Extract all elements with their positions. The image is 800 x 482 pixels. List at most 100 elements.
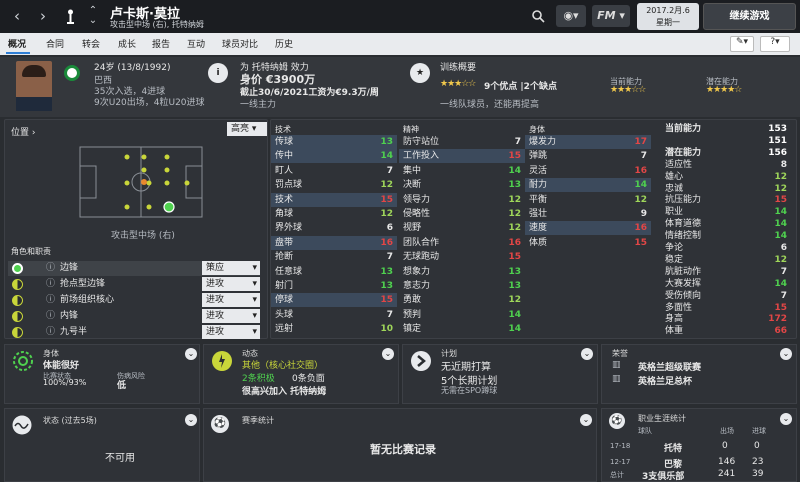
attribute-row[interactable]: 勇敢 12 [399, 293, 525, 307]
attribute-row[interactable]: 技术 15 [271, 192, 397, 207]
attribute-row[interactable]: 防守站位 7 [399, 135, 525, 149]
attribute-row[interactable]: 视野 12 [399, 221, 525, 235]
info-icon[interactable]: ⓘ [46, 261, 55, 276]
role-row[interactable]: ⓘ 九号半 进攻 ▾ [8, 325, 260, 340]
attribute-row[interactable]: 任意球 13 [271, 265, 397, 279]
plans-card[interactable]: 计划 无近期打算 5个长期计划 无需在SPO蹲球 ⌄ [402, 344, 598, 404]
attribute-row[interactable]: 灵活 16 [525, 164, 651, 178]
attribute-row[interactable]: 弹跳 7 [525, 149, 651, 163]
career-goals: 23 [752, 457, 764, 467]
attribute-row[interactable]: 决断 13 [399, 178, 525, 192]
info-icon[interactable]: i [208, 63, 228, 83]
info-icon[interactable]: ⓘ [46, 293, 55, 308]
role-row[interactable]: ⓘ 内锋 进攻 ▾ [8, 309, 260, 324]
position-title[interactable]: 位置 › [11, 125, 35, 138]
attribute-name: 头球 [275, 309, 294, 320]
highlight-dropdown[interactable]: 高亮 ▾ [227, 122, 267, 136]
career-stats-card[interactable]: ⚽ 职业生涯统计 球队 出场 进球 17-18 托特 0 0 12-17 巴黎 … [601, 408, 797, 482]
fm-menu-icon[interactable]: FM ▾ [592, 5, 630, 27]
info-icon[interactable]: ⓘ [46, 309, 55, 324]
tab-history[interactable]: 历史 [275, 37, 293, 50]
mood-value: 其他（核心社交圈） [242, 361, 324, 371]
attribute-value: 10 [380, 324, 393, 335]
attribute-row[interactable]: 平衡 12 [525, 193, 651, 207]
duty-dropdown[interactable]: 进攻 ▾ [202, 293, 260, 307]
attribute-row[interactable]: 抢断 7 [271, 250, 397, 264]
role-row[interactable]: ⓘ 抢点型边锋 进攻 ▾ [8, 277, 260, 292]
tab-development[interactable]: 成长 [118, 37, 136, 50]
attribute-row[interactable]: 远射 10 [271, 322, 397, 336]
date-text: 2017.2月.6 [646, 6, 690, 15]
attribute-row[interactable]: 头球 7 [271, 308, 397, 322]
back-icon[interactable]: ‹ [8, 6, 26, 26]
date-display[interactable]: 2017.2月.6 星期一 [637, 3, 699, 30]
tab-overview[interactable]: 概况 [8, 37, 26, 50]
tab-reports[interactable]: 报告 [152, 37, 170, 50]
search-icon[interactable] [527, 5, 549, 27]
attribute-row[interactable]: 体重 66 [661, 324, 791, 338]
attribute-row[interactable]: 无球跑动 15 [399, 250, 525, 264]
active-tab-indicator [6, 52, 30, 54]
attribute-row[interactable]: 界外球 6 [271, 221, 397, 235]
info-icon[interactable]: ⓘ [46, 325, 55, 340]
attribute-row[interactable]: 团队合作 16 [399, 236, 525, 250]
attribute-row[interactable]: 耐力 14 [525, 178, 651, 193]
attribute-row[interactable]: 停球 15 [271, 293, 397, 308]
career-team[interactable]: 托特 [664, 441, 682, 454]
tab-comparison[interactable]: 球员对比 [222, 37, 258, 50]
edit-menu-icon[interactable]: ✎▾ [730, 36, 754, 52]
attribute-name: 射门 [275, 281, 294, 291]
attribute-row[interactable]: 角球 12 [271, 207, 397, 221]
chevron-up-down-icon[interactable]: ⌃ ⌄ [84, 6, 102, 26]
attribute-row[interactable]: 射门 13 [271, 279, 397, 293]
body-card[interactable]: 身体 体能很好 比赛状态 100%/93% 伤病风险 低 ⌄ [4, 344, 200, 404]
attribute-row[interactable]: 盘带 16 [271, 235, 397, 250]
help-menu-icon[interactable]: ?▾ [760, 36, 790, 52]
duty-dropdown[interactable]: 进攻 ▾ [202, 309, 260, 323]
continue-button[interactable]: 继续游戏 [703, 3, 796, 30]
form-card[interactable]: 状态 (过去5场) 不可用 ⌄ [4, 408, 200, 482]
chevron-down-icon[interactable]: ⌄ [580, 414, 592, 426]
chevron-down-icon[interactable]: ⌄ [780, 413, 792, 425]
honours-card[interactable]: 荣誉 ▥ 英格兰超级联赛 ▥ 英格兰足总杯 ⌄ [601, 344, 797, 404]
attribute-name: 想象力 [403, 266, 431, 277]
attribute-row[interactable]: 镇定 14 [399, 322, 525, 336]
role-row[interactable]: ⓘ 前场组织核心 进攻 ▾ [8, 293, 260, 308]
tab-transfer[interactable]: 转会 [82, 37, 100, 50]
duty-dropdown[interactable]: 进攻 ▾ [202, 277, 260, 291]
attribute-row[interactable]: 体质 15 [525, 236, 651, 250]
duty-dropdown[interactable]: 进攻 ▾ [202, 325, 260, 339]
attribute-row[interactable]: 工作投入 15 [399, 149, 525, 164]
mood-card[interactable]: 动态 其他（核心社交圈） 2条积极 0条负面 很高兴加入 托特纳姆 ⌄ [203, 344, 399, 404]
attribute-row[interactable]: 领导力 12 [399, 193, 525, 207]
attribute-row[interactable]: 强壮 9 [525, 207, 651, 221]
chevron-down-icon[interactable]: ⌄ [780, 348, 792, 360]
attribute-row[interactable]: 盯人 7 [271, 164, 397, 178]
season-stats-card[interactable]: ⚽ 赛季统计 暂无比赛记录 ⌄ [203, 408, 597, 482]
attribute-row[interactable]: 传中 14 [271, 149, 397, 164]
star-icon[interactable]: ★ [410, 63, 430, 83]
attribute-row[interactable]: 速度 16 [525, 221, 651, 236]
attribute-row[interactable]: 想象力 13 [399, 265, 525, 279]
career-apps: 146 [718, 457, 736, 467]
forward-icon[interactable]: › [34, 6, 52, 26]
attribute-row[interactable]: 预判 14 [399, 308, 525, 322]
attribute-row[interactable]: 集中 14 [399, 164, 525, 178]
attribute-row[interactable]: 意志力 13 [399, 279, 525, 293]
info-icon[interactable]: ⓘ [46, 277, 55, 292]
role-name: 九号半 [60, 327, 88, 337]
attribute-row[interactable]: 侵略性 12 [399, 207, 525, 221]
chevron-down-icon[interactable]: ⌄ [185, 414, 197, 426]
chevron-down-icon[interactable]: ⌄ [185, 348, 197, 360]
tab-contract[interactable]: 合同 [46, 37, 64, 50]
duty-dropdown[interactable]: 策应 ▾ [202, 261, 260, 275]
attribute-name: 停球 [275, 295, 294, 306]
attribute-row[interactable]: 爆发力 17 [525, 135, 651, 149]
role-row[interactable]: ⓘ 边锋 策应 ▾ [8, 261, 260, 276]
tab-interaction[interactable]: 互动 [187, 37, 205, 50]
attribute-row[interactable]: 罚点球 12 [271, 178, 397, 192]
globe-icon[interactable]: ◉▾ [556, 5, 586, 27]
chevron-down-icon[interactable]: ⌄ [382, 348, 394, 360]
chevron-down-icon[interactable]: ⌄ [581, 348, 593, 360]
attribute-row[interactable]: 传球 13 [271, 135, 397, 149]
